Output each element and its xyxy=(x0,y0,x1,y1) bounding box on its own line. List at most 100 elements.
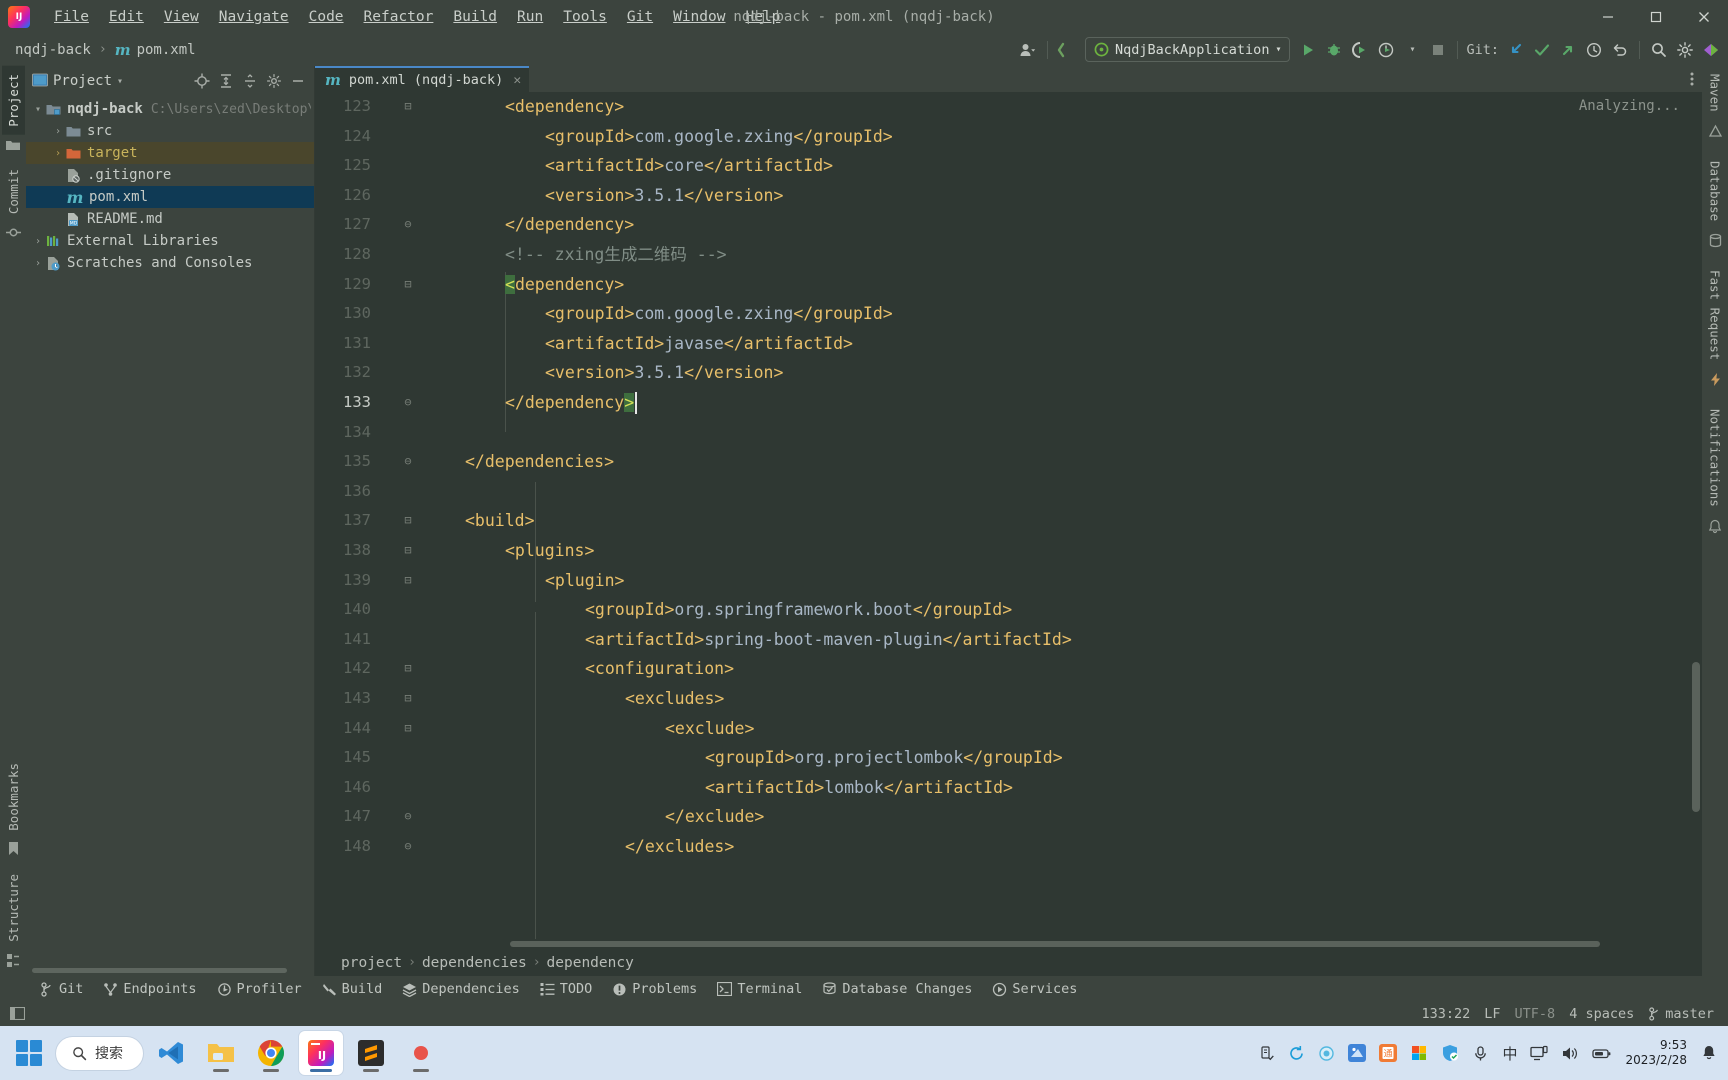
tree-node-target[interactable]: › target xyxy=(26,142,315,164)
nav-crumb-file[interactable]: m pom.xml xyxy=(110,39,201,61)
line-separator[interactable]: LF xyxy=(1484,1006,1500,1022)
tool-window-build[interactable]: Build xyxy=(312,978,393,1000)
tool-window-todo[interactable]: TODO xyxy=(530,978,603,1000)
tree-expand-arrow[interactable]: › xyxy=(30,236,46,247)
caret-position[interactable]: 133:22 xyxy=(1422,1006,1471,1022)
windows-start-icon[interactable] xyxy=(16,1040,42,1066)
volume-icon[interactable] xyxy=(1561,1045,1579,1062)
stripe-tab-database[interactable]: Database xyxy=(1704,153,1727,229)
breadcrumb-dependency[interactable]: dependency xyxy=(547,955,634,971)
code-line[interactable]: 135 ⊖ </dependencies> xyxy=(315,447,1702,477)
taskbar-app-extra[interactable] xyxy=(399,1031,443,1075)
code-line[interactable]: 142 ⊟ <configuration> xyxy=(315,654,1702,684)
locate-icon[interactable] xyxy=(191,70,213,92)
onedrive-icon[interactable] xyxy=(1348,1044,1367,1062)
tree-node-src[interactable]: › src xyxy=(26,120,315,142)
display-icon[interactable] xyxy=(1530,1045,1549,1062)
tree-expand-arrow[interactable]: › xyxy=(50,126,66,137)
notifications-bell-icon[interactable] xyxy=(1700,1044,1718,1062)
code-line[interactable]: 147 ⊖ </exclude> xyxy=(315,802,1702,832)
menu-build[interactable]: Build xyxy=(443,6,507,28)
more-options-icon[interactable] xyxy=(1682,66,1702,92)
settings-icon[interactable] xyxy=(1672,37,1698,63)
menu-window[interactable]: Window xyxy=(663,6,735,28)
run-icon[interactable] xyxy=(1295,37,1321,63)
tool-window-services[interactable]: Services xyxy=(982,978,1087,1000)
nav-crumb-project[interactable]: nqdj-back xyxy=(10,40,96,60)
code-fold-toggle[interactable]: ⊟ xyxy=(401,714,415,744)
editor-vertical-scrollbar[interactable] xyxy=(1690,92,1702,949)
profiler-dropdown-icon[interactable]: ▾ xyxy=(1399,37,1425,63)
project-panel-horizontal-scrollbar[interactable] xyxy=(30,966,311,974)
code-line[interactable]: 124 <groupId>com.google.zxing</groupId> xyxy=(315,122,1702,152)
code-line[interactable]: 133 ⊖ </dependency> xyxy=(315,388,1702,418)
run-with-coverage-icon[interactable] xyxy=(1347,37,1373,63)
menu-git[interactable]: Git xyxy=(617,6,663,28)
menu-file[interactable]: File xyxy=(44,6,99,28)
collapse-all-icon[interactable] xyxy=(239,70,261,92)
breadcrumb-project[interactable]: project xyxy=(341,955,402,971)
code-line[interactable]: 145 <groupId>org.projectlombok</groupId> xyxy=(315,743,1702,773)
tree-expand-arrow[interactable]: › xyxy=(30,258,46,269)
code-fold-toggle[interactable]: ⊖ xyxy=(401,210,415,240)
breadcrumb-dependencies[interactable]: dependencies xyxy=(422,955,527,971)
tool-window-profiler[interactable]: Profiler xyxy=(207,978,312,1000)
tree-node-gitignore[interactable]: .gitignore xyxy=(26,164,315,186)
tree-node-readme-md[interactable]: MD README.md xyxy=(26,208,315,230)
taskbar-search[interactable]: 搜索 xyxy=(56,1036,143,1070)
hide-panel-icon[interactable] xyxy=(287,70,309,92)
undo-icon[interactable] xyxy=(1607,37,1633,63)
menu-tools[interactable]: Tools xyxy=(553,6,617,28)
tree-node-pom-xml[interactable]: m pom.xml xyxy=(26,186,315,208)
code-fold-toggle[interactable]: ⊟ xyxy=(401,654,415,684)
menu-help[interactable]: Help xyxy=(735,6,790,28)
code-line[interactable]: 137 ⊟ <build> xyxy=(315,506,1702,536)
code-line[interactable]: 125 <artifactId>core</artifactId> xyxy=(315,151,1702,181)
menu-navigate[interactable]: Navigate xyxy=(209,6,299,28)
stripe-tab-fast-request[interactable]: Fast Request xyxy=(1704,262,1727,368)
code-line[interactable]: 128 <!-- zxing生成二维码 --> xyxy=(315,240,1702,270)
code-fold-toggle[interactable]: ⊟ xyxy=(401,270,415,300)
code-fold-toggle[interactable]: ⊟ xyxy=(401,506,415,536)
code-line[interactable]: 146 <artifactId>lombok</artifactId> xyxy=(315,773,1702,803)
ime-chinese-icon[interactable]: 中 xyxy=(1502,1043,1517,1064)
battery-icon[interactable] xyxy=(1592,1046,1612,1061)
tool-window-endpoints[interactable]: Endpoints xyxy=(93,978,206,1000)
code-line[interactable]: 129 ⊟ <dependency> xyxy=(315,270,1702,300)
editor-horizontal-scrollbar[interactable] xyxy=(425,940,1690,949)
menu-run[interactable]: Run xyxy=(507,6,553,28)
search-everywhere-icon[interactable] xyxy=(1646,37,1672,63)
code-line[interactable]: 126 <version>3.5.1</version> xyxy=(315,181,1702,211)
maximize-button[interactable] xyxy=(1632,0,1680,33)
code-line[interactable]: 143 ⊟ <excludes> xyxy=(315,684,1702,714)
taskbar-app-chrome[interactable] xyxy=(249,1031,293,1075)
tree-expand-arrow[interactable]: › xyxy=(50,148,66,159)
code-line[interactable]: 123 ⊟ <dependency> xyxy=(315,92,1702,122)
scrollbar-thumb[interactable] xyxy=(510,941,1600,947)
file-encoding[interactable]: UTF-8 xyxy=(1515,1006,1556,1022)
stripe-tab-maven[interactable]: Maven xyxy=(1704,66,1727,120)
tree-node-scratches-and-consoles[interactable]: › Scratches and Consoles xyxy=(26,252,315,274)
code-line[interactable]: 141 <artifactId>spring-boot-maven-plugin<… xyxy=(315,625,1702,655)
menu-view[interactable]: View xyxy=(154,6,209,28)
profiler-icon[interactable] xyxy=(1373,37,1399,63)
stripe-tab-structure[interactable]: Structure xyxy=(2,866,25,950)
expand-all-icon[interactable] xyxy=(215,70,237,92)
tree-node-external-libraries[interactable]: › External Libraries xyxy=(26,230,315,252)
minimize-button[interactable] xyxy=(1584,0,1632,33)
scrollbar-thumb[interactable] xyxy=(1692,662,1700,812)
menu-edit[interactable]: Edit xyxy=(99,6,154,28)
tool-window-terminal[interactable]: Terminal xyxy=(707,978,812,1000)
taskbar-app-sublime-text[interactable] xyxy=(349,1031,393,1075)
code-line[interactable]: 131 <artifactId>javase</artifactId> xyxy=(315,329,1702,359)
usb-eject-icon[interactable] xyxy=(1258,1045,1275,1062)
code-fold-toggle[interactable]: ⊟ xyxy=(401,536,415,566)
tool-window-dependencies[interactable]: Dependencies xyxy=(392,978,530,1000)
code-line[interactable]: 140 <groupId>org.springframework.boot</gr… xyxy=(315,595,1702,625)
code-line[interactable]: 136 xyxy=(315,477,1702,507)
code-line[interactable]: 127 ⊖ </dependency> xyxy=(315,210,1702,240)
taskbar-clock[interactable]: 9:53 2023/2/28 xyxy=(1625,1038,1687,1068)
git-push-icon[interactable] xyxy=(1555,37,1581,63)
tongwen-icon[interactable]: 通 xyxy=(1379,1044,1398,1062)
gear-icon[interactable] xyxy=(263,70,285,92)
